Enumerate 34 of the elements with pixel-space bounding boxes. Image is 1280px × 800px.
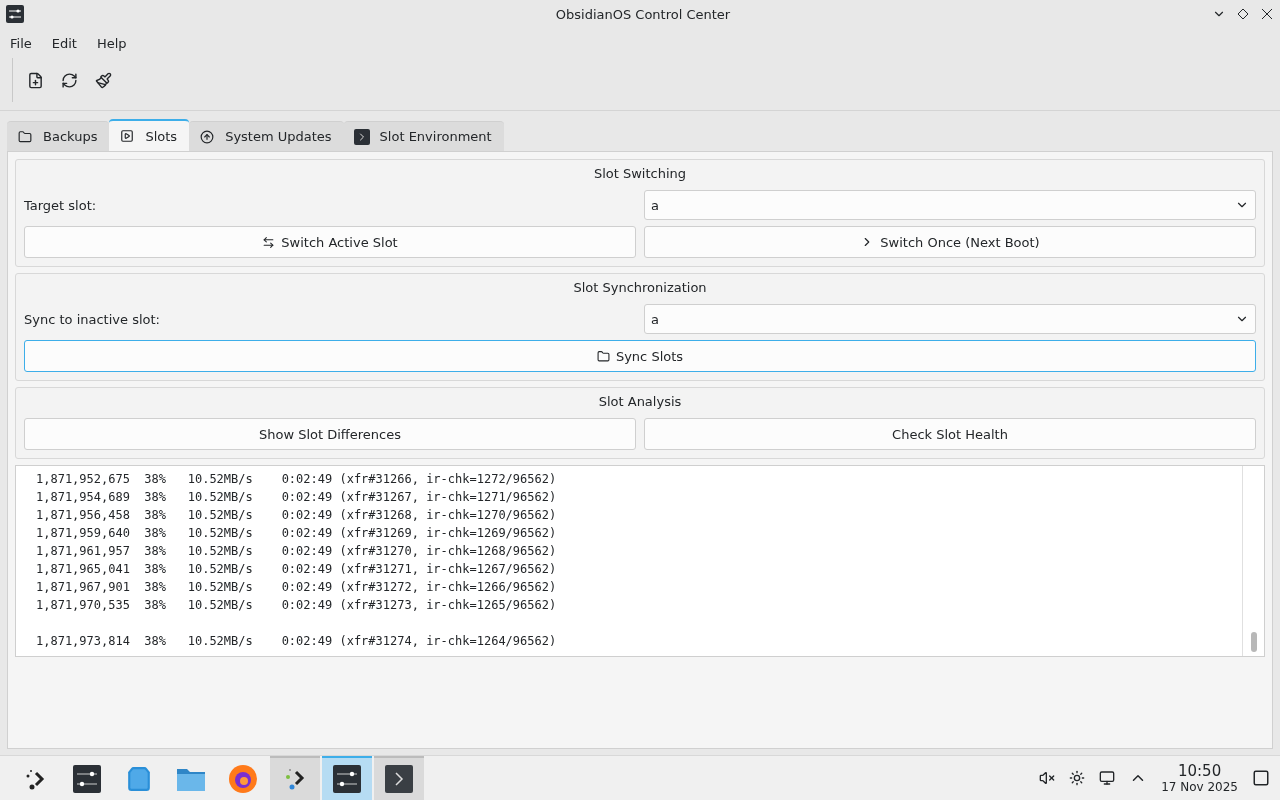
menu-item[interactable]: Edit bbox=[45, 32, 83, 54]
slot-dropdown[interactable]: a bbox=[644, 190, 1256, 220]
log-line: 1,871,954,689 38% 10.52MB/s 0:02:49 (xfr#31267, ir-chk=1271/96562) bbox=[36, 489, 558, 506]
log-line: 1,871,959,640 38% 10.52MB/s 0:02:49 (xfr#31269, ir-chk=1269/96562) bbox=[36, 525, 558, 542]
tab[interactable]: Backups bbox=[7, 121, 110, 151]
log-line: 1,871,965,041 38% 10.52MB/s 0:02:49 (xfr#31271, ir-chk=1267/96562) bbox=[36, 561, 558, 578]
clock[interactable]: 10:50 17 Nov 2025 bbox=[1161, 763, 1238, 793]
field-label: Target slot: bbox=[24, 197, 98, 213]
tab-label: Slot Environment bbox=[379, 129, 492, 144]
window-title: ObsidianOS Control Center bbox=[554, 6, 732, 22]
menu-item[interactable]: File bbox=[4, 32, 38, 54]
group-title: Slot Synchronization bbox=[572, 280, 708, 297]
action-button[interactable]: Sync Slots bbox=[24, 340, 1256, 372]
tab[interactable]: System Updates bbox=[189, 121, 344, 151]
group-title: Slot Switching bbox=[592, 166, 688, 183]
action-button[interactable]: Switch Once (Next Boot) bbox=[644, 226, 1256, 258]
log-line: 1,871,973,814 38% 10.52MB/s 0:02:49 (xfr#31274, ir-chk=1264/96562) bbox=[36, 633, 558, 650]
log-line: 1,871,952,675 38% 10.52MB/s 0:02:49 (xfr#31266, ir-chk=1272/96562) bbox=[36, 471, 558, 488]
field-label: Sync to inactive slot: bbox=[24, 311, 161, 327]
tab[interactable]: Slots bbox=[109, 119, 190, 151]
tab-label: Backups bbox=[43, 129, 98, 144]
slot-dropdown[interactable]: a bbox=[644, 304, 1256, 334]
log-line: 1,871,967,901 38% 10.52MB/s 0:02:49 (xfr#31272, ir-chk=1266/96562) bbox=[36, 579, 558, 596]
tab-label: Slots bbox=[145, 128, 178, 144]
tab-label: System Updates bbox=[225, 129, 332, 144]
tab[interactable]: Slot Environment bbox=[343, 121, 504, 151]
action-button[interactable]: Check Slot Health bbox=[644, 418, 1256, 450]
log-line: 1,871,956,458 38% 10.52MB/s 0:02:49 (xfr#31268, ir-chk=1270/96562) bbox=[36, 507, 558, 524]
log-line: 1,871,970,535 38% 10.52MB/s 0:02:49 (xfr#31273, ir-chk=1265/96562) bbox=[36, 597, 558, 614]
menu-item[interactable]: Help bbox=[90, 32, 133, 54]
log-line: 1,871,961,957 38% 10.52MB/s 0:02:49 (xfr#31270, ir-chk=1268/96562) bbox=[36, 543, 558, 560]
action-button[interactable]: Switch Active Slot bbox=[24, 226, 636, 258]
group-title: Slot Analysis bbox=[597, 394, 683, 411]
action-button[interactable]: Show Slot Differences bbox=[24, 418, 636, 450]
